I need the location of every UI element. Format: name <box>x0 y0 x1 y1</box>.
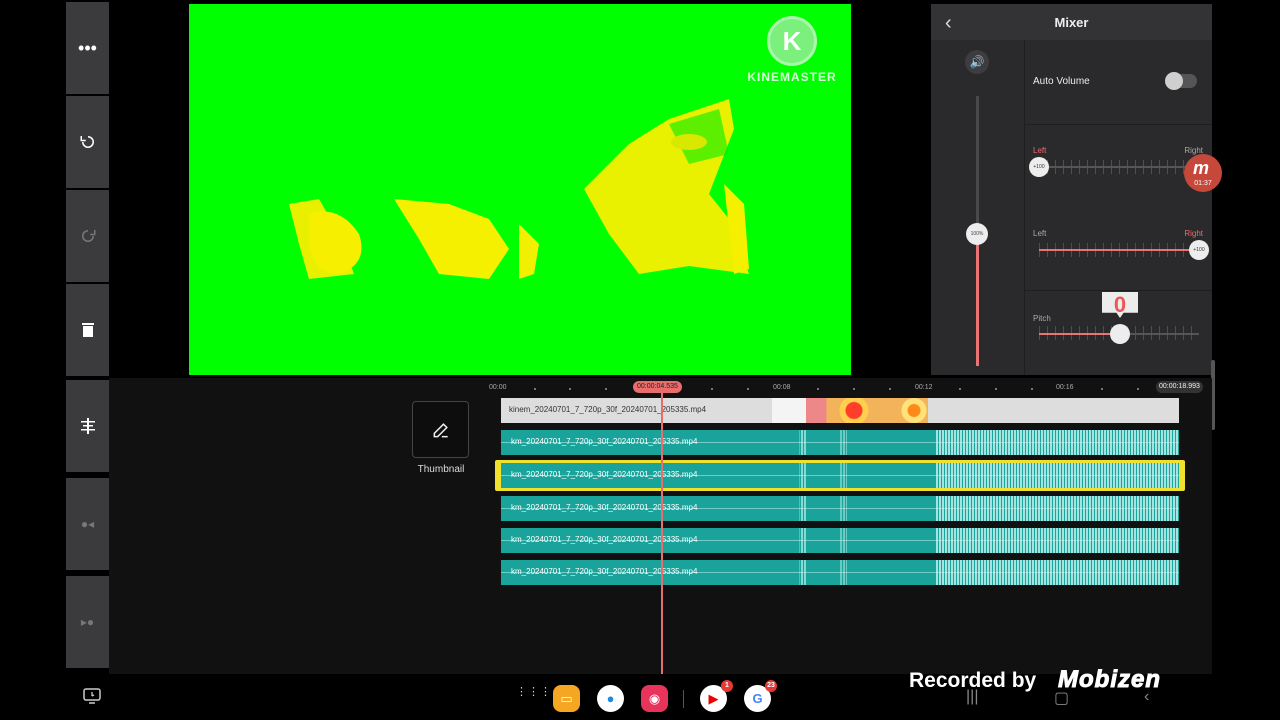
video-preview[interactable]: K KINEMASTER <box>189 4 851 375</box>
audio-clip-label: km_20240701_7_720p_30f_20240701_205335.m… <box>511 567 698 576</box>
files-app-icon[interactable]: ▭ <box>553 685 580 712</box>
align-center-icon <box>80 418 95 434</box>
youtube-app-icon[interactable]: ▶ 1 <box>700 680 733 712</box>
pan-slider-1[interactable]: Left Right +100 <box>1029 146 1203 186</box>
volume-column: 🔊 100% <box>931 40 1025 375</box>
time-ruler[interactable]: 00:00 00:08 00:12 00:16 <box>489 381 1205 397</box>
mobizen-logo: Mobizen <box>1058 666 1161 694</box>
ruler-tick-label: 00:00 <box>489 384 507 391</box>
notification-badge: 23 <box>765 680 777 692</box>
pitch-value-bubble: 0 <box>1102 292 1138 318</box>
jump-to-start-button[interactable]: ●◂ <box>66 478 109 570</box>
jump-start-icon: ●◂ <box>80 517 95 531</box>
pencil-icon <box>433 422 448 437</box>
audio-clip-label: km_20240701_7_720p_30f_20240701_205335.m… <box>511 535 698 544</box>
auto-volume-toggle[interactable] <box>1165 72 1197 90</box>
divider <box>1025 124 1212 125</box>
mobizen-icon: m <box>1193 158 1210 178</box>
more-icon: ••• <box>78 37 97 58</box>
track-layout-button[interactable] <box>66 380 109 472</box>
pan-knob-1[interactable]: +100 <box>1029 157 1049 177</box>
current-time-indicator: 00:00:04.535 <box>633 381 682 393</box>
left-toolbar: ••• ●◂ ▸● <box>66 2 109 674</box>
audio-clip-label: km_20240701_7_720p_30f_20240701_205335.m… <box>511 437 698 446</box>
audio-clip[interactable]: km_20240701_7_720p_30f_20240701_205335.m… <box>501 560 1179 585</box>
mixer-title: Mixer <box>1054 15 1089 30</box>
redo-button[interactable] <box>66 190 109 282</box>
thumbnail-button[interactable] <box>412 401 469 458</box>
thumbnail-label: Thumbnail <box>417 464 465 475</box>
screen: ••• ●◂ ▸● K KINEMASTER ‹ Mixer 🔊 100% Au… <box>0 0 1280 720</box>
jump-end-icon: ▸● <box>80 615 95 629</box>
floating-recorder-badge[interactable]: m 01:37 <box>1184 154 1222 192</box>
pan-knob-2[interactable]: +100 <box>1189 240 1209 260</box>
divider <box>1025 290 1212 291</box>
video-clip[interactable]: kinem_20240701_7_720p_30f_20240701_20533… <box>501 398 1179 423</box>
app-grid-icon[interactable]: ⋮⋮⋮ <box>516 687 552 698</box>
screen-mirror-icon[interactable] <box>83 688 101 709</box>
audio-clip[interactable]: km_20240701_7_720p_30f_20240701_205335.m… <box>501 496 1179 521</box>
watermark-text: KINEMASTER <box>747 70 837 84</box>
messages-app-icon[interactable]: ● <box>597 685 624 712</box>
volume-slider-fill <box>976 232 979 366</box>
google-app-icon[interactable]: G 23 <box>744 680 777 712</box>
notification-badge: 1 <box>721 680 733 692</box>
video-clip-label: kinem_20240701_7_720p_30f_20240701_20533… <box>509 405 707 414</box>
audio-clip-selected[interactable]: km_20240701_7_720p_30f_20240701_205335.m… <box>498 460 1182 491</box>
pan-left-label: Left <box>1033 146 1047 155</box>
auto-volume-label: Auto Volume <box>1033 76 1090 87</box>
audio-clip-label: km_20240701_7_720p_30f_20240701_205335.m… <box>511 503 698 512</box>
audio-clip-label: km_20240701_7_720p_30f_20240701_205335.m… <box>511 470 698 479</box>
kinemaster-watermark: K KINEMASTER <box>747 16 837 84</box>
ruler-tick-label: 00:12 <box>915 384 933 391</box>
recorded-by-text: Recorded by <box>909 669 1037 692</box>
pan-right-label: Right <box>1184 229 1203 238</box>
pitch-slider-fill <box>1039 333 1121 335</box>
undo-button[interactable] <box>66 96 109 188</box>
explosion-thumbnail <box>809 398 959 423</box>
end-time-label: 00:00:18.993 <box>1156 381 1203 393</box>
pitch-label: Pitch <box>1033 314 1051 323</box>
redo-icon <box>81 230 95 242</box>
kinemaster-logo-icon: K <box>767 16 817 66</box>
mixer-panel: ‹ Mixer 🔊 100% Auto Volume Left Right +1… <box>931 4 1212 375</box>
undo-icon <box>80 136 94 148</box>
timeline[interactable]: 00:00 00:08 00:12 00:16 00:00:04.535 00:… <box>109 378 1212 674</box>
clip-trim-handle-right[interactable] <box>1179 460 1185 491</box>
more-options-button[interactable]: ••• <box>66 2 109 94</box>
pitch-slider-knob[interactable] <box>1110 324 1130 344</box>
camera-app-icon[interactable]: ◉ <box>641 685 668 712</box>
recorder-watermark: Recorded by Mobizen <box>892 660 1222 700</box>
ruler-tick-label: 00:08 <box>773 384 791 391</box>
trash-icon <box>81 323 94 337</box>
playhead[interactable] <box>661 388 663 674</box>
ruler-tick-label: 00:16 <box>1056 384 1074 391</box>
jump-to-end-button[interactable]: ▸● <box>66 576 109 668</box>
recorder-time: 01:37 <box>1194 180 1212 187</box>
volume-slider-knob[interactable]: 100% <box>966 223 988 245</box>
pan-left-label: Left <box>1033 229 1047 238</box>
delete-button[interactable] <box>66 284 109 376</box>
audio-clip[interactable]: km_20240701_7_720p_30f_20240701_205335.m… <box>501 430 1179 455</box>
mixer-header: ‹ Mixer <box>931 4 1212 40</box>
audio-clip[interactable]: km_20240701_7_720p_30f_20240701_205335.m… <box>501 528 1179 553</box>
speaker-icon[interactable]: 🔊 <box>965 50 989 74</box>
dock-separator <box>683 690 684 708</box>
pan-slider-2[interactable]: Left Right +100 <box>1033 229 1209 269</box>
